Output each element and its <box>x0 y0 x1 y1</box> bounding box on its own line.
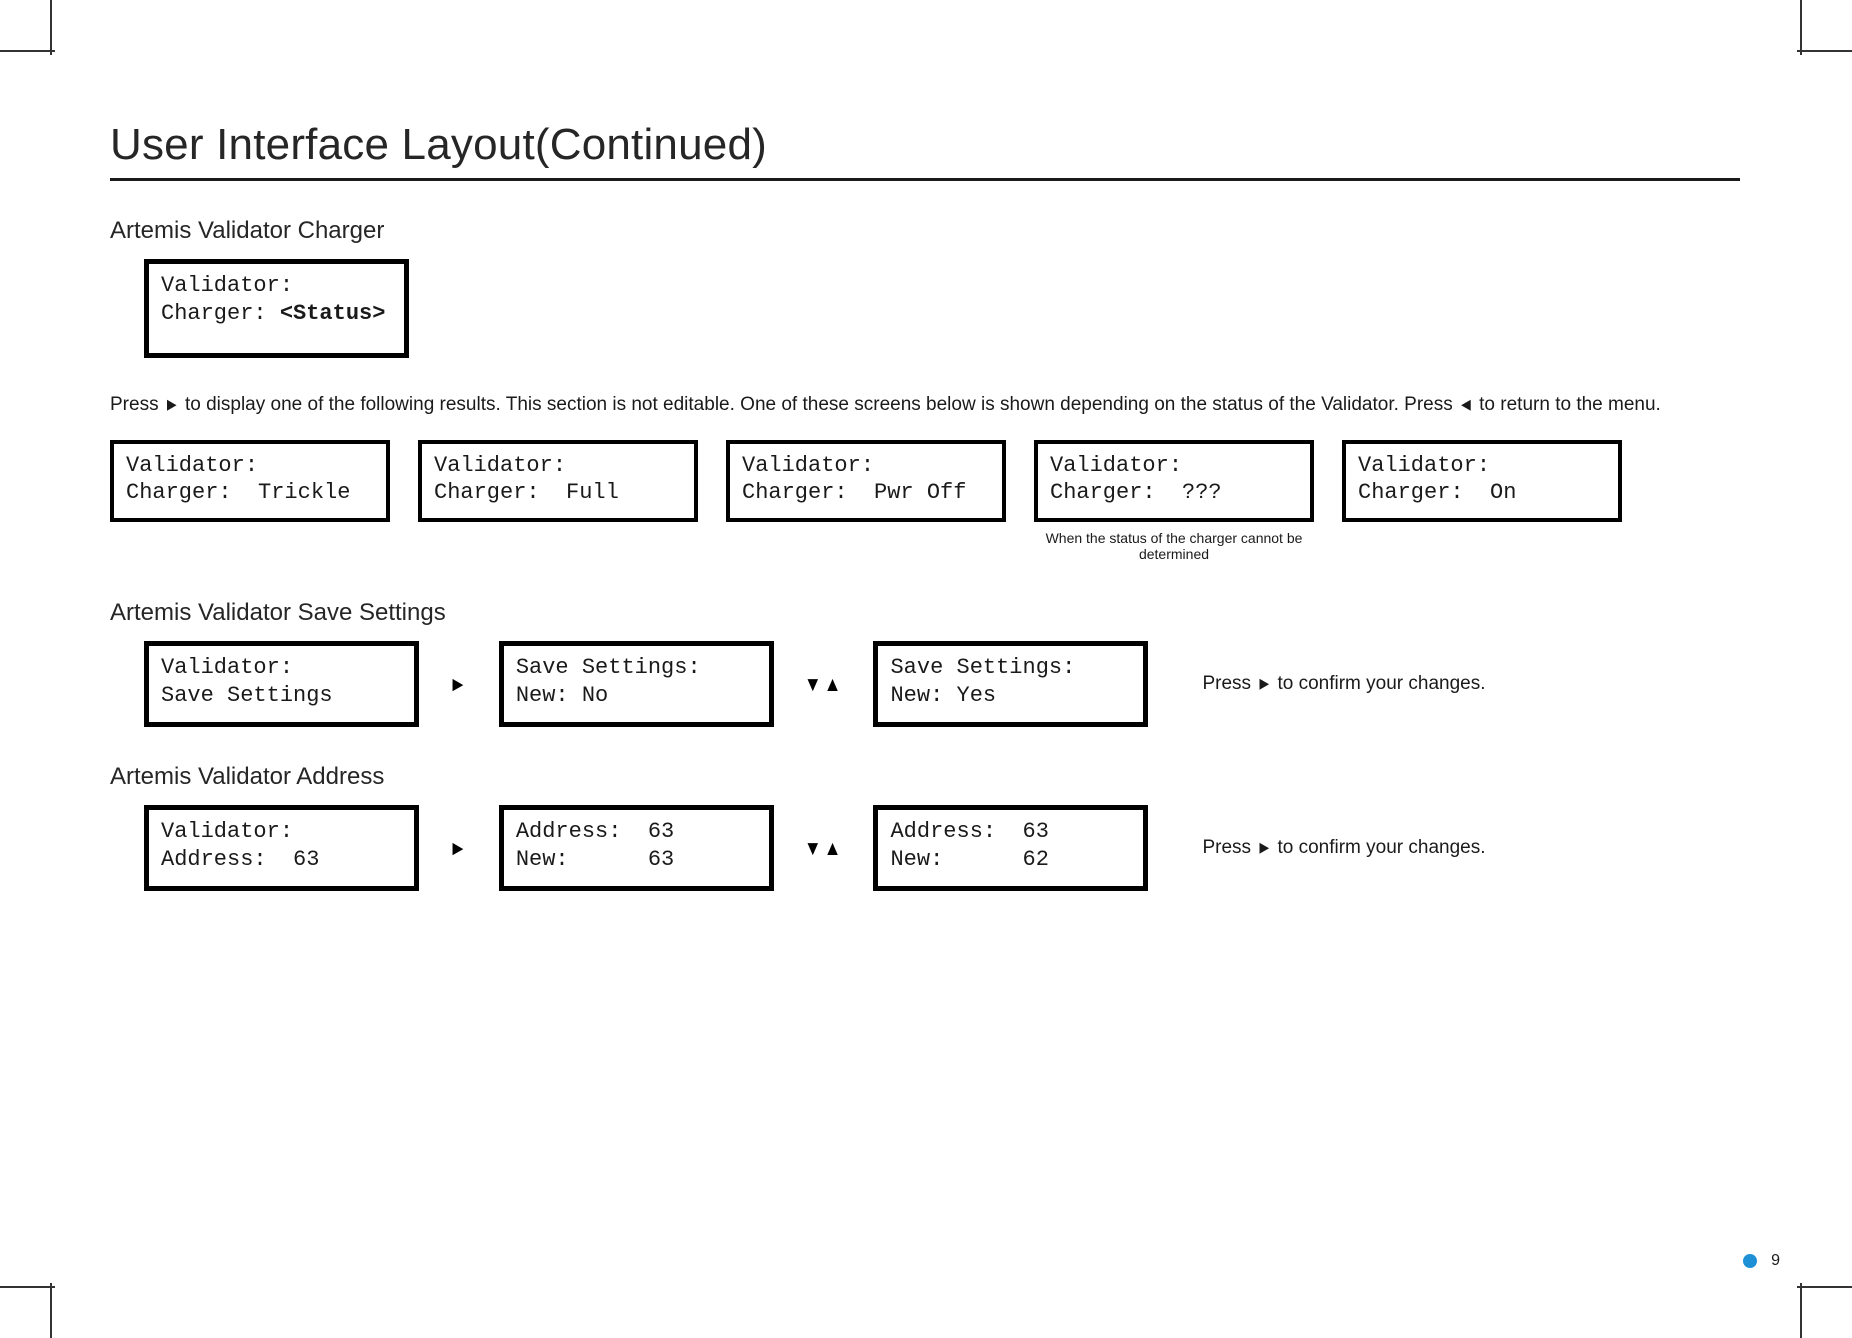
lcd-line: New: No <box>516 683 608 708</box>
crop-mark <box>1797 50 1852 52</box>
status-cell: Validator: Charger: Pwr Off <box>726 440 1006 522</box>
right-arrow-icon: ► <box>1256 839 1272 860</box>
lcd-charger-on: Validator: Charger: On <box>1342 440 1622 522</box>
section-heading-address: Artemis Validator Address <box>110 763 1740 791</box>
lcd-line: Validator: <box>1358 453 1490 478</box>
lcd-address-menu: Validator: Address: 63 <box>144 805 419 891</box>
lcd-save-no: Save Settings: New: No <box>499 641 774 727</box>
charger-unknown-note: When the status of the charger cannot be… <box>1034 530 1314 564</box>
lcd-charger-pwroff: Validator: Charger: Pwr Off <box>726 440 1006 522</box>
page-title: User Interface Layout(Continued) <box>110 120 1740 181</box>
lcd-address-new: Address: 63 New: 62 <box>873 805 1148 891</box>
up-down-arrow-icon: ▼▲ <box>804 837 844 860</box>
crop-mark <box>1800 0 1802 55</box>
left-arrow-icon: ◄ <box>1458 393 1474 418</box>
lcd-line: Validator: <box>742 453 874 478</box>
text-fragment: to return to the menu. <box>1474 394 1661 415</box>
save-confirm-text: Press ► to confirm your changes. <box>1202 673 1485 695</box>
lcd-line: New: 63 <box>516 847 674 872</box>
right-arrow-icon: ► <box>449 673 469 696</box>
up-arrow-glyph: ▲ <box>824 672 844 696</box>
lcd-line: Address: 63 <box>516 819 674 844</box>
lcd-charger-trickle: Validator: Charger: Trickle <box>110 440 390 522</box>
up-down-arrow-icon: ▼▲ <box>804 673 844 696</box>
lcd-address-current: Address: 63 New: 63 <box>499 805 774 891</box>
lcd-charger-identity: Validator: Charger: <Status> <box>144 259 409 358</box>
lcd-line: Address: 63 <box>161 847 319 872</box>
save-settings-flow: Validator: Save Settings ► Save Settings… <box>144 641 1740 727</box>
text-fragment: Press <box>1202 673 1256 694</box>
lcd-line: Validator: <box>1050 453 1182 478</box>
lcd-save-menu: Validator: Save Settings <box>144 641 419 727</box>
lcd-line: Address: 63 <box>890 819 1048 844</box>
lcd-line: Charger: Trickle <box>126 480 350 505</box>
lcd-line: Validator: <box>161 819 293 844</box>
address-flow: Validator: Address: 63 ► Address: 63 New… <box>144 805 1740 891</box>
crop-mark <box>0 50 55 52</box>
lcd-line: Validator: <box>126 453 258 478</box>
lcd-line: Charger: Full <box>434 480 619 505</box>
status-cell: Validator: Charger: Trickle <box>110 440 390 522</box>
down-arrow-glyph: ▼ <box>804 836 824 860</box>
page-number-block: 9 <box>1743 1252 1780 1270</box>
lcd-save-yes: Save Settings: New: Yes <box>873 641 1148 727</box>
crop-mark <box>50 1283 52 1338</box>
lcd-line: Validator: <box>161 655 293 680</box>
lcd-status-placeholder: <Status> <box>280 301 386 326</box>
status-cell: Validator: Charger: On <box>1342 440 1622 522</box>
page-number-dot-icon <box>1743 1254 1757 1268</box>
right-arrow-icon: ► <box>449 837 469 860</box>
section-heading-save: Artemis Validator Save Settings <box>110 599 1740 627</box>
crop-mark <box>0 1286 55 1288</box>
text-fragment: Press <box>1202 837 1256 858</box>
text-fragment: to confirm your changes. <box>1272 673 1485 694</box>
lcd-line: Validator: <box>161 273 293 298</box>
text-fragment: to display one of the following results.… <box>180 394 1458 415</box>
lcd-line: Charger: On <box>1358 480 1516 505</box>
lcd-line: Charger: Pwr Off <box>742 480 966 505</box>
arrow-glyph: ► <box>449 672 469 696</box>
crop-mark <box>1797 1286 1852 1288</box>
text-fragment: Press <box>110 394 164 415</box>
status-cell: Validator: Charger: Full <box>418 440 698 522</box>
lcd-line: Validator: <box>434 453 566 478</box>
page-number: 9 <box>1771 1252 1780 1270</box>
text-fragment: to confirm your changes. <box>1272 837 1485 858</box>
address-confirm-text: Press ► to confirm your changes. <box>1202 837 1485 859</box>
section-heading-charger: Artemis Validator Charger <box>110 217 1740 245</box>
up-arrow-glyph: ▲ <box>824 836 844 860</box>
lcd-charger-unknown: Validator: Charger: ??? <box>1034 440 1314 522</box>
lcd-line: Charger: ??? <box>1050 480 1222 505</box>
right-arrow-icon: ► <box>1256 675 1272 696</box>
status-cell: Validator: Charger: ??? When the status … <box>1034 440 1314 564</box>
lcd-charger-full: Validator: Charger: Full <box>418 440 698 522</box>
down-arrow-glyph: ▼ <box>804 672 824 696</box>
crop-mark <box>1800 1283 1802 1338</box>
arrow-glyph: ► <box>449 836 469 860</box>
lcd-line: Save Settings <box>161 683 333 708</box>
lcd-line-label: Charger: <box>161 301 267 326</box>
crop-mark <box>50 0 52 55</box>
page-content: User Interface Layout(Continued) Artemis… <box>110 120 1740 891</box>
charger-status-row: Validator: Charger: Trickle Validator: C… <box>110 440 1740 564</box>
lcd-line: New: Yes <box>890 683 996 708</box>
lcd-line: Save Settings: <box>890 655 1075 680</box>
lcd-line: Save Settings: <box>516 655 701 680</box>
charger-instruction-text: Press ► to display one of the following … <box>110 392 1740 418</box>
right-arrow-icon: ► <box>164 393 180 418</box>
lcd-line: New: 62 <box>890 847 1048 872</box>
